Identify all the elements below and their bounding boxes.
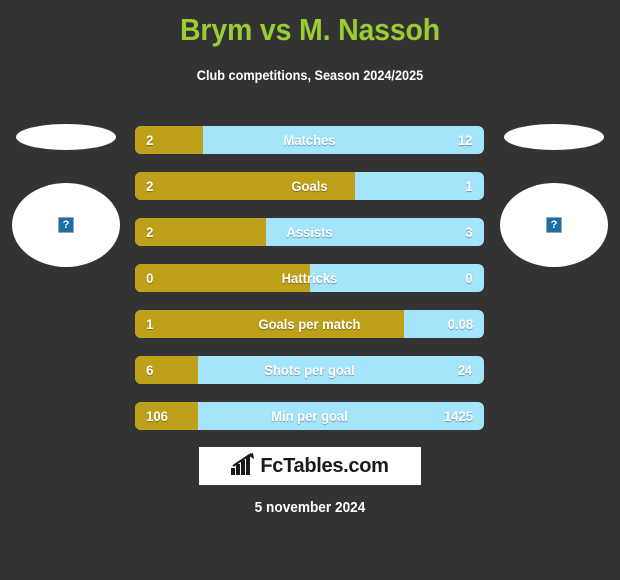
stat-label: Min per goal: [271, 408, 348, 424]
page-title: Brym vs M. Nassoh: [180, 12, 440, 47]
fctables-logo[interactable]: FcTables.com: [199, 447, 421, 485]
stat-label: Hattricks: [281, 270, 338, 286]
stat-label: Shots per goal: [264, 362, 355, 378]
stat-value-away: 0.08: [447, 316, 473, 332]
stat-row-matches: 2 Matches 12: [135, 126, 484, 154]
stat-value-away: 24: [458, 362, 473, 378]
stat-row-goals: 2 Goals 1: [135, 172, 484, 200]
stat-value-away: 12: [458, 132, 473, 148]
stat-value-away: 1: [465, 178, 473, 194]
stat-comparison-chart: 2 Matches 12 2 Goals 1 2 Assists 3 0 Hat…: [135, 126, 484, 448]
stat-row-min-per-goal: 106 Min per goal 1425: [135, 402, 484, 430]
player-photo-left: ?: [12, 183, 120, 267]
stat-label: Goals per match: [258, 316, 361, 332]
flag-placeholder-left-icon: [16, 124, 116, 150]
stat-row-shots-per-goal: 6 Shots per goal 24: [135, 356, 484, 384]
player-card-left: ?: [8, 118, 124, 268]
stat-value-away: 1425: [443, 408, 473, 424]
stat-row-goals-per-match: 1 Goals per match 0.08: [135, 310, 484, 338]
stat-row-hattricks: 0 Hattricks 0: [135, 264, 484, 292]
stat-label: Assists: [286, 224, 333, 240]
stat-label: Matches: [283, 132, 336, 148]
broken-image-right-icon: ?: [546, 217, 562, 233]
broken-image-left-icon: ?: [58, 217, 74, 233]
page-subtitle: Club competitions, Season 2024/2025: [196, 68, 424, 83]
bar-chart-icon: [231, 452, 255, 480]
header: Brym vs M. Nassoh Club competitions, Sea…: [0, 0, 620, 86]
stat-row-assists: 2 Assists 3: [135, 218, 484, 246]
flag-placeholder-right-icon: [504, 124, 604, 150]
stat-value-away: 3: [465, 224, 473, 240]
stat-label: Goals: [291, 178, 328, 194]
stat-value-away: 0: [465, 270, 473, 286]
fctables-logo-text: FcTables.com: [260, 455, 389, 477]
player-card-right: ?: [496, 118, 612, 268]
chart-date: 5 november 2024: [254, 500, 366, 516]
player-photo-right: ?: [500, 183, 608, 267]
